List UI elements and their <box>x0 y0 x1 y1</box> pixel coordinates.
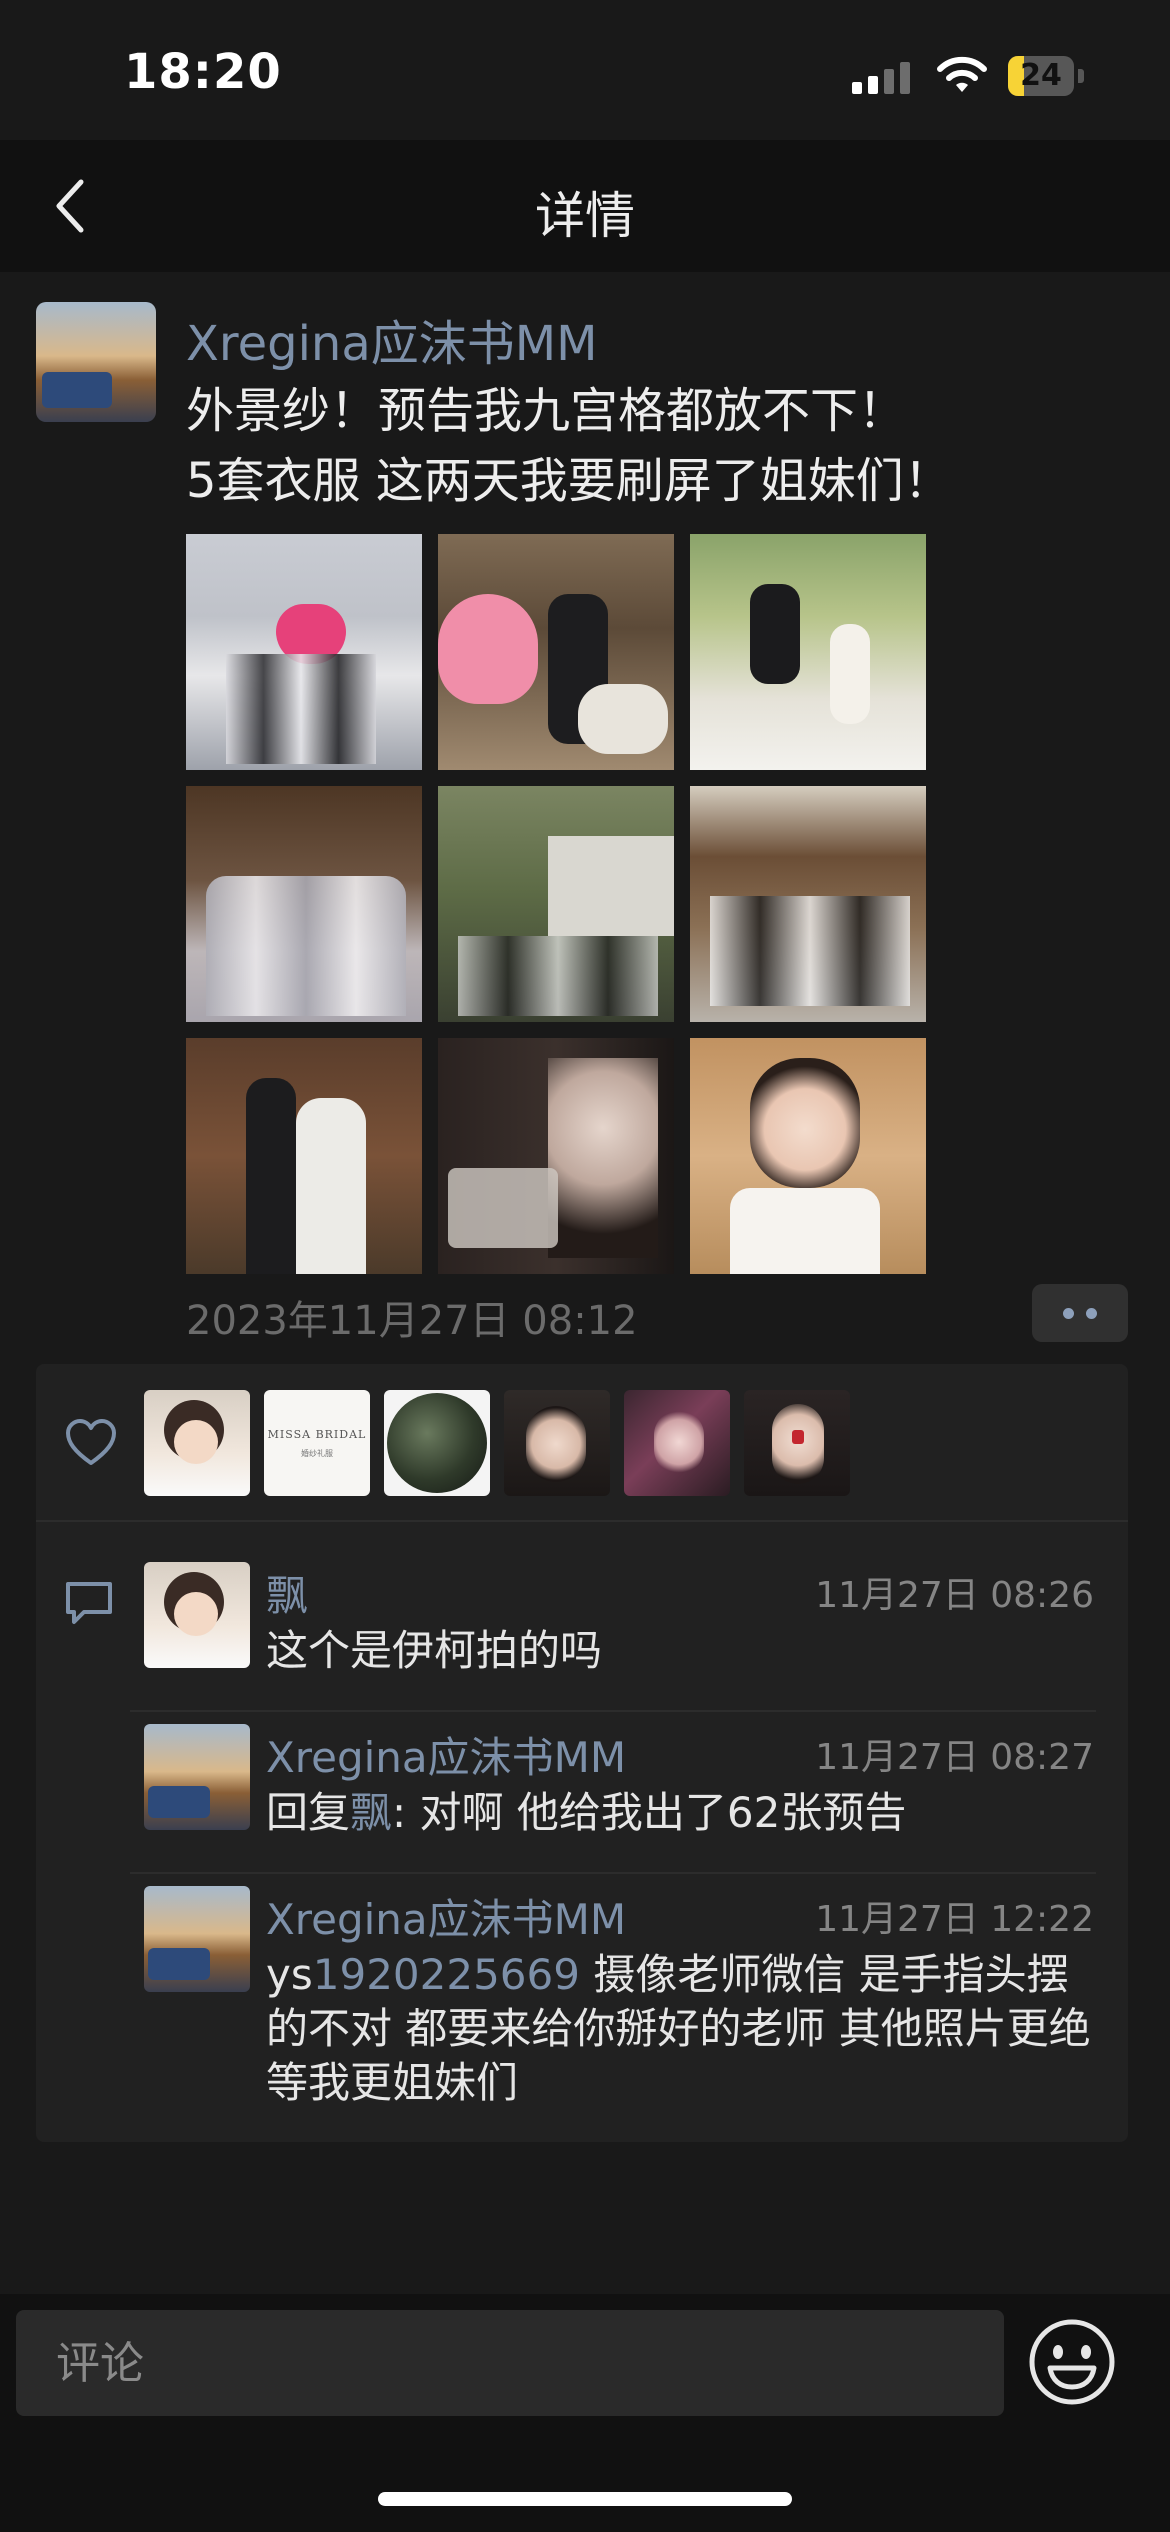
reply-text: : 对啊 他给我出了62张预告 <box>392 1788 907 1837</box>
comment-text: 这个是伊柯拍的吗 <box>266 1626 603 1675</box>
home-indicator <box>378 2492 792 2506</box>
cellular-signal-icon <box>852 60 910 94</box>
battery-percent: 24 <box>1020 58 1062 93</box>
wechat-id-link[interactable]: 1920225669 <box>313 1950 580 1999</box>
battery-icon: 24 <box>1008 56 1084 96</box>
comment-time: 11月27日 08:27 <box>815 1737 1094 1778</box>
post-photo[interactable] <box>438 786 674 1022</box>
comment-prefix: ys <box>266 1950 313 1999</box>
page-title: 详情 <box>535 187 635 245</box>
post-photo[interactable] <box>186 786 422 1022</box>
post-photo[interactable] <box>438 534 674 770</box>
comment-text: ys1920225669 摄像老师微信 是手指头摆的不对 都要来给你掰好的老师 … <box>266 1948 1094 2110</box>
comment-input[interactable] <box>16 2310 1004 2416</box>
post-timestamp: 2023年11月27日 08:12 <box>186 1298 638 1344</box>
post-photo[interactable] <box>690 534 926 770</box>
comment-divider <box>130 1710 1096 1712</box>
post-photo[interactable] <box>690 1038 926 1274</box>
likes-list: MISSA BRIDAL 婚纱礼服 <box>144 1390 850 1496</box>
comment-time: 11月27日 12:22 <box>815 1899 1094 1940</box>
brand-logo-text: MISSA BRIDAL <box>267 1428 367 1441</box>
post-text: 外景纱！预告我九宫格都放不下！ 5套衣服 这两天我要刷屏了姐妹们！ <box>186 376 952 516</box>
likes-divider <box>36 1520 1128 1522</box>
commenter-name[interactable]: 飘 <box>266 1562 308 1623</box>
liker-avatar[interactable] <box>384 1390 490 1496</box>
comment-item[interactable]: Xregina应沫书MM 11月27日 08:27 回复飘: 对啊 他给我出了6… <box>144 1724 1094 1837</box>
wifi-icon <box>937 56 987 92</box>
dot-icon <box>1086 1307 1097 1319</box>
heart-icon <box>66 1419 116 1465</box>
liker-avatar[interactable] <box>504 1390 610 1496</box>
liker-avatar[interactable]: MISSA BRIDAL 婚纱礼服 <box>264 1390 370 1496</box>
post-text-line: 5套衣服 这两天我要刷屏了姐妹们！ <box>186 453 952 509</box>
comment-bubble-icon <box>66 1582 112 1624</box>
nav-bar: 详情 <box>0 140 1170 272</box>
post-photo[interactable] <box>186 534 422 770</box>
photo-grid <box>186 534 926 1274</box>
post-author-avatar[interactable] <box>36 302 156 422</box>
commenter-avatar[interactable] <box>144 1562 250 1668</box>
reply-prefix: 回复 <box>266 1788 351 1837</box>
more-actions-button[interactable] <box>1032 1284 1128 1342</box>
commenter-avatar[interactable] <box>144 1724 250 1830</box>
brand-logo-subtext: 婚纱礼服 <box>301 1449 333 1458</box>
liker-avatar[interactable] <box>624 1390 730 1496</box>
comment-input-box[interactable] <box>16 2310 1004 2416</box>
dot-icon <box>1063 1307 1074 1319</box>
emoji-icon[interactable] <box>1026 2316 1118 2408</box>
comment-divider <box>130 1872 1096 1874</box>
commenter-name[interactable]: Xregina应沫书MM <box>266 1724 626 1785</box>
commenter-name[interactable]: Xregina应沫书MM <box>266 1886 626 1947</box>
status-bar: 18:20 24 <box>0 0 1170 140</box>
status-time: 18:20 <box>124 44 282 100</box>
post-photo[interactable] <box>690 786 926 1022</box>
post-text-line: 外景纱！预告我九宫格都放不下！ <box>186 383 907 439</box>
liker-avatar[interactable] <box>744 1390 850 1496</box>
comment-item[interactable]: Xregina应沫书MM 11月27日 12:22 ys1920225669 摄… <box>144 1886 1094 2116</box>
comment-item[interactable]: 飘 11月27日 08:26 这个是伊柯拍的吗 <box>144 1562 1094 1675</box>
liker-avatar[interactable] <box>144 1390 250 1496</box>
post-photo[interactable] <box>186 1038 422 1274</box>
comment-time: 11月27日 08:26 <box>815 1575 1094 1616</box>
reply-to-user[interactable]: 飘 <box>350 1788 392 1837</box>
post-photo[interactable] <box>438 1038 674 1274</box>
comment-text: 回复飘: 对啊 他给我出了62张预告 <box>266 1786 1170 1840</box>
post-author-name[interactable]: Xregina应沫书MM <box>186 304 598 374</box>
commenter-avatar[interactable] <box>144 1886 250 1992</box>
